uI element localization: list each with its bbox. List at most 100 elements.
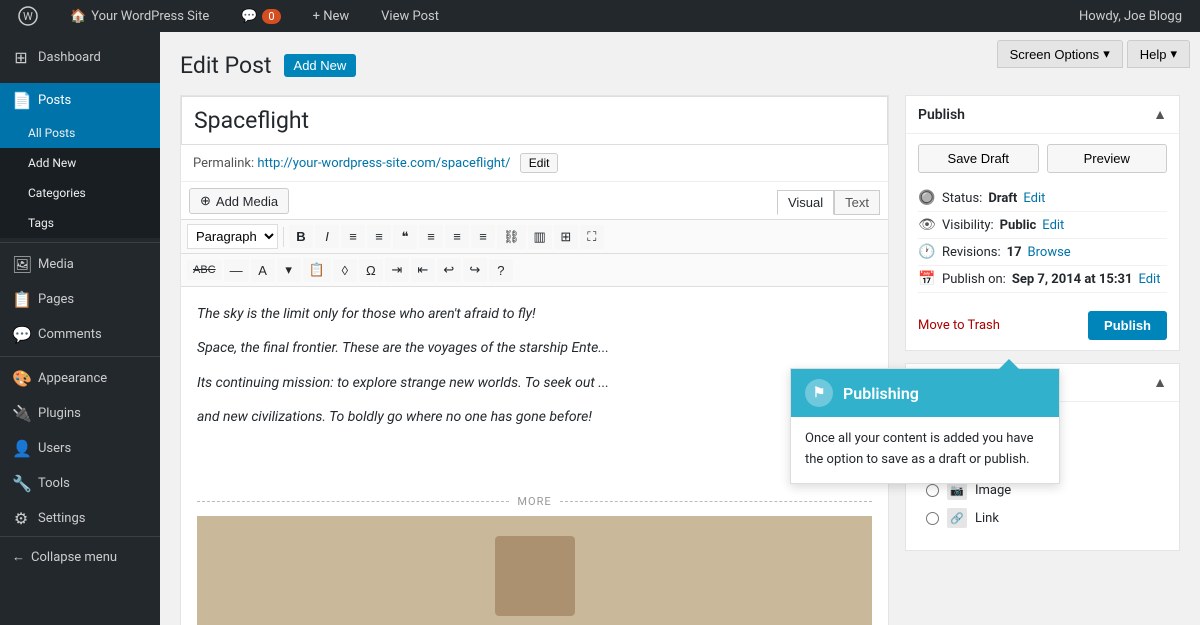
tooltip-body: Once all your content is added you have … — [791, 417, 1059, 483]
page-title: Edit Post — [180, 52, 272, 79]
revisions-row: 🕐 Revisions: 17 Browse — [918, 239, 1167, 266]
wp-logo-link[interactable]: W — [10, 0, 46, 32]
paste-as-text-button[interactable]: 📋 — [303, 258, 331, 282]
content-paragraph-3: Its continuing mission: to explore stran… — [197, 372, 872, 394]
unordered-list-button[interactable]: ≡ — [341, 225, 365, 248]
save-draft-button[interactable]: Save Draft — [918, 144, 1039, 173]
posts-icon: 📄 — [12, 91, 30, 110]
sidebar-item-posts[interactable]: 📄 Posts — [0, 83, 160, 118]
appearance-icon: 🎨 — [12, 369, 30, 388]
more-divider: MORE — [181, 487, 888, 516]
format-item-link: 🔗 Link — [918, 504, 1167, 532]
ordered-list-button[interactable]: ≡ — [367, 225, 391, 248]
howdy-user[interactable]: Howdy, Joe Blogg — [1071, 0, 1190, 32]
sidebar-item-users[interactable]: 👤 Users — [0, 431, 160, 466]
editor-sidebar: Publish ▲ Save Draft Preview 🔘 Status: — [905, 95, 1180, 563]
strikethrough-button[interactable]: ABC — [187, 260, 222, 280]
tools-icon: 🔧 — [12, 474, 30, 493]
sidebar-item-add-new[interactable]: Add New — [0, 148, 160, 178]
preview-button[interactable]: Preview — [1047, 144, 1168, 173]
collapse-menu[interactable]: ← Collapse menu — [0, 536, 160, 577]
toolbar-separator — [283, 227, 284, 247]
plugins-icon: 🔌 — [12, 404, 30, 423]
publish-on-edit-link[interactable]: Edit — [1138, 272, 1160, 287]
publish-panel-toggle[interactable]: ▲ — [1153, 106, 1167, 123]
sidebar-item-all-posts[interactable]: All Posts — [0, 118, 160, 148]
collapse-icon: ← — [12, 549, 25, 565]
publish-panel-body: Save Draft Preview 🔘 Status: Draft Edit — [906, 134, 1179, 350]
link-button[interactable]: ⛓ — [497, 225, 526, 249]
text-color-picker[interactable]: ▾ — [277, 258, 301, 282]
link-format-icon: 🔗 — [947, 508, 967, 528]
editor-container: Permalink: http://your-wordpress-site.co… — [180, 95, 1180, 625]
italic-button[interactable]: I — [315, 225, 339, 248]
revisions-icon: 🕐 — [918, 244, 936, 260]
permalink-url[interactable]: http://your-wordpress-site.com/spaceflig… — [257, 156, 510, 171]
sidebar-item-settings[interactable]: ⚙ Settings — [0, 501, 160, 536]
paragraph-format-select[interactable]: Paragraph — [187, 224, 278, 249]
format-radio-image[interactable] — [926, 484, 939, 497]
redo-button[interactable]: ↪ — [463, 258, 487, 282]
admin-bar: W 🏠 Your WordPress Site 💬 0 + New View P… — [0, 0, 1200, 32]
publish-button[interactable]: Publish — [1088, 311, 1167, 340]
calendar-icon: 📅 — [918, 271, 936, 287]
pages-icon: 📋 — [12, 290, 30, 309]
bold-button[interactable]: B — [289, 225, 313, 248]
tab-text[interactable]: Text — [834, 190, 880, 215]
outdent-button[interactable]: ⇤ — [411, 258, 435, 282]
blockquote-button[interactable]: ❝ — [393, 225, 417, 249]
sidebar-item-tools[interactable]: 🔧 Tools — [0, 466, 160, 501]
move-to-trash-button[interactable]: Move to Trash — [918, 318, 1000, 333]
comments-icon: 💬 — [241, 9, 257, 24]
tooltip-arrow — [999, 359, 1019, 369]
top-right-buttons: Screen Options ▾ Help ▾ — [997, 40, 1190, 68]
visibility-edit-link[interactable]: Edit — [1042, 218, 1064, 233]
add-media-button[interactable]: ⊕ Add Media — [189, 188, 289, 214]
post-title-input[interactable] — [181, 96, 888, 145]
special-char-button[interactable]: Ω — [359, 259, 383, 282]
users-icon: 👤 — [12, 439, 30, 458]
horizontal-rule-button[interactable]: — — [224, 259, 249, 282]
unlink-button[interactable]: ▥ — [528, 225, 552, 249]
align-right-button[interactable]: ≡ — [471, 225, 495, 248]
add-media-icon: ⊕ — [200, 193, 211, 209]
clear-formatting-button[interactable]: ◊ — [333, 259, 357, 282]
format-panel-toggle[interactable]: ▲ — [1153, 374, 1167, 391]
revisions-browse-link[interactable]: Browse — [1028, 245, 1071, 260]
tab-visual[interactable]: Visual — [777, 190, 834, 215]
sidebar-item-appearance[interactable]: 🎨 Appearance — [0, 361, 160, 396]
sidebar-item-media[interactable]: 🖼 Media — [0, 247, 160, 282]
comments-link[interactable]: 💬 0 — [233, 0, 288, 32]
help-toolbar-button[interactable]: ? — [489, 259, 513, 282]
editor-main: Permalink: http://your-wordpress-site.co… — [180, 95, 889, 625]
sidebar-item-pages[interactable]: 📋 Pages — [0, 282, 160, 317]
sidebar-item-tags[interactable]: Tags — [0, 208, 160, 238]
more-line-right — [560, 501, 872, 502]
help-button[interactable]: Help ▾ — [1127, 40, 1190, 68]
publish-meta: 🔘 Status: Draft Edit 👁 Visibility: Publi… — [918, 185, 1167, 293]
insert-more-button[interactable]: ⊞ — [554, 225, 578, 249]
text-color-button[interactable]: A — [251, 259, 275, 282]
new-content-link[interactable]: + New — [305, 0, 358, 32]
sidebar-item-dashboard[interactable]: ⊞ Dashboard — [0, 40, 160, 75]
sidebar-item-categories[interactable]: Categories — [0, 178, 160, 208]
editor-content[interactable]: The sky is the limit only for those who … — [181, 287, 888, 487]
site-name-link[interactable]: 🏠 Your WordPress Site — [62, 0, 217, 32]
status-row: 🔘 Status: Draft Edit — [918, 185, 1167, 212]
permalink-edit-button[interactable]: Edit — [520, 153, 559, 173]
format-radio-link[interactable] — [926, 512, 939, 525]
indent-button[interactable]: ⇥ — [385, 258, 409, 282]
screen-options-button[interactable]: Screen Options ▾ — [997, 40, 1123, 68]
align-center-button[interactable]: ≡ — [445, 225, 469, 248]
view-post-link[interactable]: View Post — [373, 0, 447, 32]
sidebar-item-plugins[interactable]: 🔌 Plugins — [0, 396, 160, 431]
align-left-button[interactable]: ≡ — [419, 225, 443, 248]
visibility-icon: 👁 — [918, 217, 936, 233]
tooltip-header: ⚑ Publishing — [791, 369, 1059, 417]
fullscreen-button[interactable]: ⛶ — [580, 225, 604, 249]
undo-button[interactable]: ↩ — [437, 258, 461, 282]
status-edit-link[interactable]: Edit — [1023, 191, 1045, 206]
permalink-bar: Permalink: http://your-wordpress-site.co… — [181, 145, 888, 182]
sidebar-item-comments[interactable]: 💬 Comments — [0, 317, 160, 352]
add-new-button[interactable]: Add New — [284, 54, 357, 77]
